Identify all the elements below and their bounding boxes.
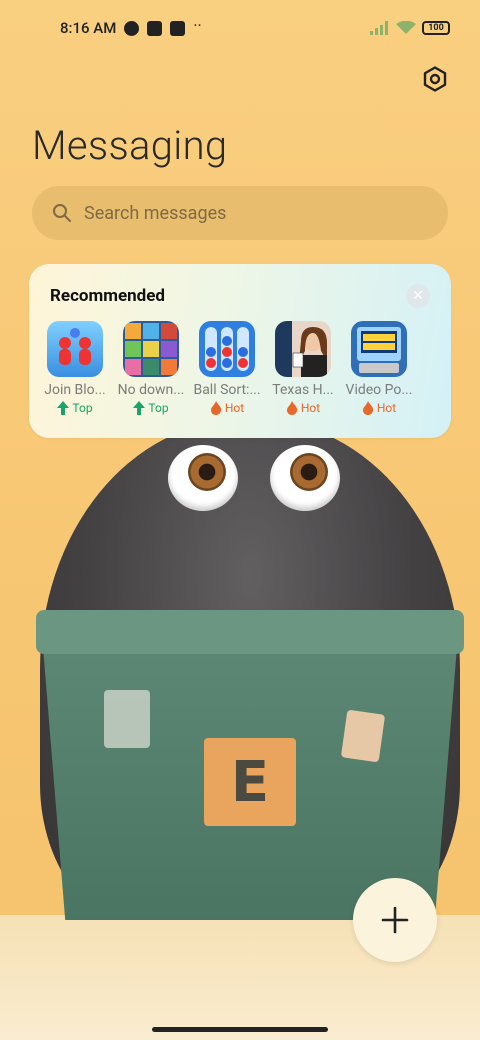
app-badge: Top: [57, 401, 93, 415]
wallpaper-bin-label: E: [204, 738, 296, 826]
app-badge: Hot: [362, 401, 396, 415]
page-title: Messaging: [32, 122, 228, 169]
app-badge-label: Top: [72, 401, 93, 415]
home-indicator[interactable]: [152, 1027, 328, 1032]
app-name: No down...: [117, 382, 185, 398]
recommended-title: Recommended: [50, 286, 166, 306]
status-bar: 8:16 AM ·· 100: [0, 0, 480, 56]
app-name: Join Blo...: [44, 382, 106, 398]
notification-app-icon: [124, 20, 140, 36]
app-name: Video Po...: [345, 382, 413, 398]
close-recommended-button[interactable]: ✕: [406, 284, 430, 308]
notification-icons: ··: [124, 15, 207, 36]
app-badge: Hot: [210, 401, 244, 415]
video-poker-app-icon: [351, 321, 407, 377]
app-badge: Hot: [286, 401, 320, 415]
app-name: Texas H...: [272, 382, 334, 398]
wallpaper-cat-eye-right: [270, 445, 340, 511]
plus-icon: [381, 906, 409, 934]
new-message-button[interactable]: [353, 878, 437, 962]
wallpaper-bin-patch: [104, 690, 150, 748]
signal-icon: [370, 21, 388, 35]
settings-button[interactable]: [418, 62, 452, 96]
wallpaper-bin-rim: [36, 610, 464, 654]
search-placeholder: Search messages: [84, 202, 227, 224]
notification-square-icon: [147, 20, 163, 36]
arrow-up-icon: [57, 401, 70, 415]
join-blob-app-icon: [47, 321, 103, 377]
flame-icon: [210, 401, 221, 415]
ball-sort-app-icon: [199, 321, 255, 377]
more-notifications-icon: ··: [193, 15, 202, 35]
notification-upload-icon: [170, 20, 186, 36]
app-badge: Top: [133, 401, 169, 415]
wallpaper-cat-eye-left: [168, 445, 238, 511]
app-name: Ball Sort:...: [193, 382, 261, 398]
status-time: 8:16 AM: [60, 19, 117, 37]
recommended-app[interactable]: Texas H... Hot: [265, 321, 341, 415]
recommended-app[interactable]: No down... Top: [113, 321, 189, 415]
recommended-app[interactable]: Ball Sort:... Hot: [189, 321, 265, 415]
battery-icon: 100: [422, 21, 450, 35]
arrow-up-icon: [133, 401, 146, 415]
app-badge-label: Hot: [300, 401, 321, 415]
search-bar[interactable]: Search messages: [32, 186, 448, 240]
recommended-apps: Join Blo... Top No down... Top Ball Sort…: [37, 321, 417, 415]
flame-icon: [286, 401, 297, 415]
close-icon: ✕: [412, 288, 424, 304]
wallpaper-bin-sticker: [340, 709, 386, 763]
app-badge-label: Hot: [376, 401, 397, 415]
wifi-icon: [396, 21, 416, 34]
recommended-app[interactable]: Video Po... Hot: [341, 321, 417, 415]
gear-hex-icon: [423, 66, 447, 92]
app-badge-label: Top: [148, 401, 169, 415]
recommended-app[interactable]: Join Blo... Top: [37, 321, 113, 415]
app-badge-label: Hot: [224, 401, 245, 415]
recommended-card: Recommended ✕ Join Blo... Top No down...…: [29, 264, 451, 438]
search-icon: [53, 204, 71, 222]
no-download-app-icon: [123, 321, 179, 377]
flame-icon: [362, 401, 373, 415]
system-icons: 100: [370, 21, 450, 35]
texas-holdem-app-icon: [275, 321, 331, 377]
